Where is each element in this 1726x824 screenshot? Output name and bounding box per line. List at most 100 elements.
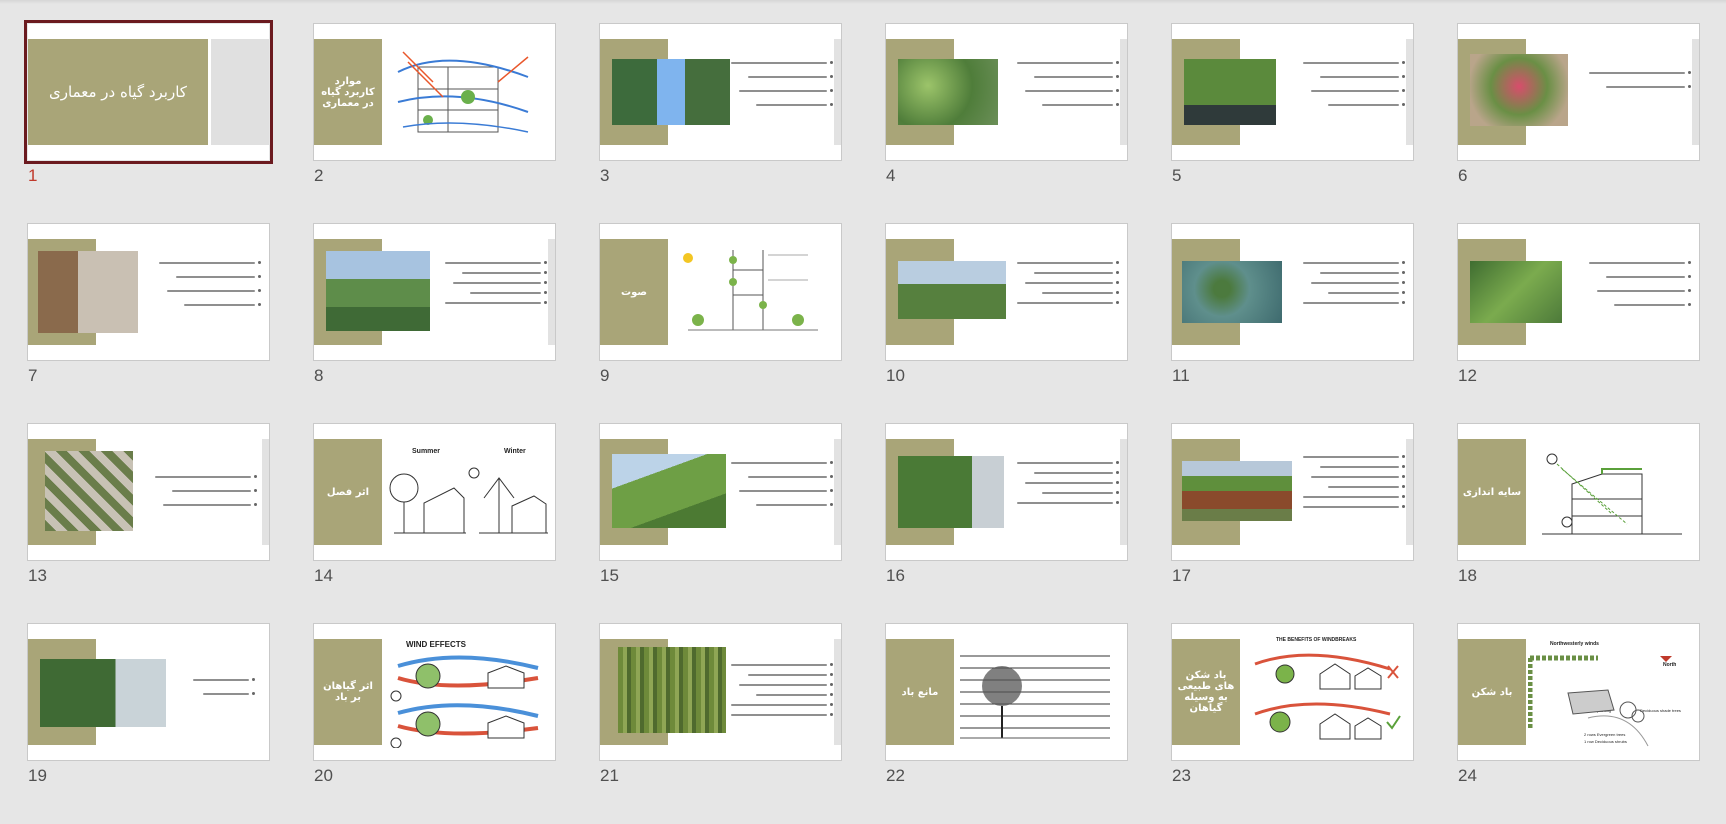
slide-12-canvas[interactable]: [1457, 223, 1700, 361]
slide-thumbnail-22[interactable]: مانع باد 22: [885, 623, 1128, 824]
slide-thumbnail-24[interactable]: باد شکن Northwesterly winds North Founda…: [1457, 623, 1700, 824]
slide-thumbnail-11[interactable]: 11: [1171, 223, 1414, 424]
windbreak-plan-diagram: [1528, 655, 1672, 747]
planter-facade-photo: [45, 451, 133, 531]
windbreak-benefits-label: THE BENEFITS OF WINDBREAKS: [1276, 637, 1357, 643]
slide-thumbnail-12[interactable]: 12: [1457, 223, 1700, 424]
bullet-list: [193, 678, 255, 707]
slide-thumbnail-16[interactable]: 16: [885, 423, 1128, 624]
slide-thumbnail-14[interactable]: اثر فصل Summer Winter 14: [313, 423, 556, 624]
slide-number: 3: [600, 166, 610, 185]
slide-24-canvas[interactable]: باد شکن Northwesterly winds North Founda…: [1457, 623, 1700, 761]
slide-number: 4: [886, 166, 896, 185]
slide-sorter-grid: کاربرد گیاه در معماری 1 موارد کاربرد گیا…: [24, 20, 1700, 824]
slide-17-canvas[interactable]: [1171, 423, 1414, 561]
slide-5-canvas[interactable]: [1171, 23, 1414, 161]
slide-number: 10: [886, 366, 905, 385]
slide-thumbnail-17[interactable]: 17: [1171, 423, 1414, 624]
title-block: کاربرد گیاه در معماری: [28, 39, 208, 145]
bullet-list: [731, 663, 834, 724]
slide-3-canvas[interactable]: [599, 23, 842, 161]
bullet-list: [1017, 461, 1120, 512]
slide-title: کاربرد گیاه در معماری: [49, 83, 187, 101]
slide-16-canvas[interactable]: [885, 423, 1128, 561]
right-bar: [1406, 39, 1413, 145]
slide-thumbnail-20[interactable]: اثر گیاهان بر باد WIND EFFECTS 20: [313, 623, 556, 824]
slide-title: اثر فصل: [326, 486, 370, 498]
right-bar: [1406, 439, 1413, 545]
slide-number: 9: [600, 366, 610, 385]
slide-title: باد شکن های طبیعی به وسیله گیاهان: [1177, 670, 1235, 714]
right-bar: [1692, 39, 1699, 145]
vertical-garden-section: [683, 250, 818, 331]
bullet-list: [1303, 261, 1406, 312]
bullet-list: [445, 261, 548, 312]
slide-9-canvas[interactable]: صوت: [599, 223, 842, 361]
slide-6-canvas[interactable]: [1457, 23, 1700, 161]
slide-number: 22: [886, 766, 905, 785]
slide-number: 8: [314, 366, 324, 385]
right-bar: [834, 639, 841, 745]
windbreak-benefits-diagram: [1254, 653, 1401, 740]
slide-19-canvas[interactable]: [27, 623, 270, 761]
windbreak-tree-diagram: [960, 655, 1110, 739]
slide-8-canvas[interactable]: [313, 223, 556, 361]
slide-thumbnail-18[interactable]: سایه اندازی 18: [1457, 423, 1700, 624]
courtyard-pool-photo: [1184, 59, 1276, 125]
right-bar: [262, 439, 269, 545]
slide-7-canvas[interactable]: [27, 223, 270, 361]
slide-15-canvas[interactable]: [599, 423, 842, 561]
slide-thumbnail-5[interactable]: 5: [1171, 23, 1414, 224]
slide-thumbnail-1[interactable]: کاربرد گیاه در معماری 1: [24, 20, 273, 224]
slide-number: 18: [1458, 566, 1477, 585]
slide-number: 2: [314, 166, 324, 185]
bullet-list: [1589, 71, 1691, 100]
right-bar: [1120, 39, 1127, 145]
slide-thumbnail-23[interactable]: باد شکن های طبیعی به وسیله گیاهان THE BE…: [1171, 623, 1414, 824]
slide-number: 17: [1172, 566, 1191, 585]
slide-14-canvas[interactable]: اثر فصل Summer Winter: [313, 423, 556, 561]
slide-23-canvas[interactable]: باد شکن های طبیعی به وسیله گیاهان THE BE…: [1171, 623, 1414, 761]
slide-22-canvas[interactable]: مانع باد: [885, 623, 1128, 761]
slide-10-canvas[interactable]: [885, 223, 1128, 361]
bullet-list: [1017, 261, 1120, 312]
slide-number: 21: [600, 766, 619, 785]
slide-1-canvas[interactable]: کاربرد گیاه در معماری: [24, 20, 273, 164]
slide-thumbnail-8[interactable]: 8: [313, 223, 556, 424]
shading-section: [1542, 453, 1682, 535]
slide-thumbnail-9[interactable]: صوت 9: [599, 223, 842, 424]
slide-thumbnail-3[interactable]: 3: [599, 23, 842, 224]
slide-13-canvas[interactable]: [27, 423, 270, 561]
right-bar: [834, 439, 841, 545]
slide-thumbnail-19[interactable]: 19: [27, 623, 270, 824]
bullet-list: [1303, 61, 1406, 118]
slide-18-canvas[interactable]: سایه اندازی: [1457, 423, 1700, 561]
wind-effects-diagram: [390, 655, 539, 748]
slide-thumbnail-6[interactable]: 6: [1457, 23, 1700, 224]
slide-title: سایه اندازی: [1462, 486, 1522, 498]
bullet-list: [731, 461, 834, 518]
slide-number: 6: [1458, 166, 1468, 185]
bullet-list: [1017, 61, 1120, 118]
slide-number: 16: [886, 566, 905, 585]
right-bar: [834, 39, 841, 145]
bullet-list: [1589, 261, 1692, 318]
slide-2-canvas[interactable]: موارد کاربرد گیاه در معماری: [313, 23, 556, 161]
slide-21-canvas[interactable]: [599, 623, 842, 761]
slide-thumbnail-4[interactable]: 4: [885, 23, 1128, 224]
slide-number: 13: [28, 566, 47, 585]
slide-thumbnail-15[interactable]: 15: [599, 423, 842, 624]
slide-4-canvas[interactable]: [885, 23, 1128, 161]
slide-20-canvas[interactable]: اثر گیاهان بر باد WIND EFFECTS: [313, 623, 556, 761]
slide-thumbnail-13[interactable]: 13: [27, 423, 270, 624]
slide-thumbnail-10[interactable]: 10: [885, 223, 1128, 424]
slide-title: مانع باد: [901, 686, 939, 698]
slide-thumbnail-21[interactable]: 21: [599, 623, 842, 824]
bullet-list: [155, 475, 258, 518]
flower-balcony-photo: [1470, 54, 1568, 126]
vertical-forest-photo: [612, 59, 730, 125]
slide-thumbnail-7[interactable]: 7: [27, 223, 270, 424]
slide-thumbnail-2[interactable]: موارد کاربرد گیاه در معماری 2: [313, 23, 556, 224]
slide-number: 20: [314, 766, 333, 785]
slide-11-canvas[interactable]: [1171, 223, 1414, 361]
